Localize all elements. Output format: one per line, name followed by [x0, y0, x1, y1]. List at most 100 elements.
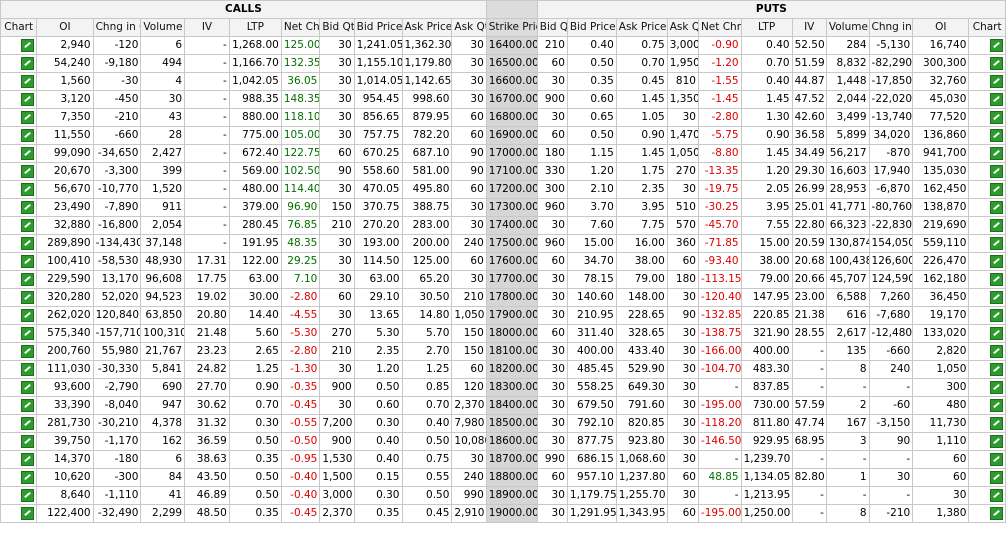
chart-icon[interactable] [21, 110, 35, 124]
chart-icon[interactable] [21, 452, 35, 466]
put-chart-button[interactable] [968, 252, 1006, 271]
call-chart-button[interactable] [0, 360, 38, 379]
calls-header-ltp[interactable]: LTP [228, 18, 282, 37]
call-chart-button[interactable] [0, 450, 38, 469]
chart-icon[interactable] [21, 290, 35, 304]
chart-icon[interactable] [21, 362, 35, 376]
chart-icon[interactable] [990, 236, 1003, 250]
chart-icon[interactable] [990, 146, 1003, 160]
chart-icon[interactable] [990, 272, 1003, 286]
calls-header-ask-price[interactable]: Ask Price [401, 18, 453, 37]
chart-icon[interactable] [21, 506, 35, 520]
chart-icon[interactable] [21, 200, 35, 214]
chart-icon[interactable] [21, 236, 35, 250]
puts-header-bid-price[interactable]: Bid Price [566, 18, 617, 37]
put-chart-button[interactable] [968, 288, 1006, 307]
call-chart-button[interactable] [0, 36, 38, 55]
strike-price-header[interactable]: Strike Price [485, 18, 538, 37]
chart-icon[interactable] [21, 164, 35, 178]
chart-icon[interactable] [990, 308, 1003, 322]
put-chart-button[interactable] [968, 324, 1006, 343]
chart-icon[interactable] [21, 434, 35, 448]
chart-icon[interactable] [990, 164, 1003, 178]
call-chart-button[interactable] [0, 306, 38, 325]
chart-icon[interactable] [990, 434, 1003, 448]
put-chart-button[interactable] [968, 486, 1006, 505]
call-chart-button[interactable] [0, 144, 38, 163]
calls-header-chng-in-oi[interactable]: Chng in OI [92, 18, 142, 37]
calls-header-net-chng[interactable]: Net Chng [280, 18, 321, 37]
calls-header-iv[interactable]: IV [184, 18, 230, 37]
call-chart-button[interactable] [0, 216, 38, 235]
call-chart-button[interactable] [0, 198, 38, 217]
chart-icon[interactable] [990, 506, 1003, 520]
chart-icon[interactable] [21, 308, 35, 322]
put-chart-button[interactable] [968, 270, 1006, 289]
put-chart-button[interactable] [968, 36, 1006, 55]
call-chart-button[interactable] [0, 432, 38, 451]
put-chart-button[interactable] [968, 360, 1006, 379]
put-chart-button[interactable] [968, 108, 1006, 127]
puts-header-ask-qty[interactable]: Ask Qty [666, 18, 699, 37]
call-chart-button[interactable] [0, 396, 38, 415]
chart-icon[interactable] [21, 56, 35, 70]
chart-icon[interactable] [990, 488, 1003, 502]
chart-icon[interactable] [990, 200, 1003, 214]
chart-icon[interactable] [21, 326, 35, 340]
put-chart-button[interactable] [968, 198, 1006, 217]
put-chart-button[interactable] [968, 216, 1006, 235]
calls-header-ask-qty[interactable]: Ask Qty [451, 18, 487, 37]
calls-header-chart[interactable]: Chart [0, 18, 38, 37]
put-chart-button[interactable] [968, 144, 1006, 163]
chart-icon[interactable] [990, 470, 1003, 484]
chart-icon[interactable] [21, 218, 35, 232]
chart-icon[interactable] [990, 182, 1003, 196]
chart-icon[interactable] [21, 416, 35, 430]
call-chart-button[interactable] [0, 324, 38, 343]
call-chart-button[interactable] [0, 414, 38, 433]
call-chart-button[interactable] [0, 468, 38, 487]
chart-icon[interactable] [990, 56, 1003, 70]
puts-header-iv[interactable]: IV [791, 18, 827, 37]
chart-icon[interactable] [990, 380, 1003, 394]
puts-header-oi[interactable]: OI [912, 18, 970, 37]
call-chart-button[interactable] [0, 378, 38, 397]
chart-icon[interactable] [990, 326, 1003, 340]
puts-header-chart[interactable]: Chart [968, 18, 1006, 37]
chart-icon[interactable] [990, 290, 1003, 304]
chart-icon[interactable] [990, 218, 1003, 232]
call-chart-button[interactable] [0, 108, 38, 127]
call-chart-button[interactable] [0, 342, 38, 361]
put-chart-button[interactable] [968, 450, 1006, 469]
chart-icon[interactable] [990, 362, 1003, 376]
chart-icon[interactable] [21, 470, 35, 484]
chart-icon[interactable] [21, 74, 35, 88]
chart-icon[interactable] [21, 128, 35, 142]
put-chart-button[interactable] [968, 180, 1006, 199]
call-chart-button[interactable] [0, 126, 38, 145]
calls-header-oi[interactable]: OI [36, 18, 94, 37]
chart-icon[interactable] [21, 146, 35, 160]
chart-icon[interactable] [21, 272, 35, 286]
put-chart-button[interactable] [968, 72, 1006, 91]
chart-icon[interactable] [990, 92, 1003, 106]
puts-header-ltp[interactable]: LTP [740, 18, 793, 37]
call-chart-button[interactable] [0, 270, 38, 289]
call-chart-button[interactable] [0, 234, 38, 253]
puts-header-net-chng[interactable]: Net Chng [697, 18, 742, 37]
put-chart-button[interactable] [968, 414, 1006, 433]
calls-header-bid-qty[interactable]: Bid Qty [319, 18, 355, 37]
put-chart-button[interactable] [968, 378, 1006, 397]
chart-icon[interactable] [990, 416, 1003, 430]
put-chart-button[interactable] [968, 162, 1006, 181]
chart-icon[interactable] [990, 128, 1003, 142]
call-chart-button[interactable] [0, 288, 38, 307]
put-chart-button[interactable] [968, 126, 1006, 145]
call-chart-button[interactable] [0, 72, 38, 91]
put-chart-button[interactable] [968, 306, 1006, 325]
chart-icon[interactable] [21, 92, 35, 106]
chart-icon[interactable] [21, 182, 35, 196]
puts-header-bid-qty[interactable]: Bid Qty [536, 18, 568, 37]
chart-icon[interactable] [990, 74, 1003, 88]
chart-icon[interactable] [21, 254, 35, 268]
